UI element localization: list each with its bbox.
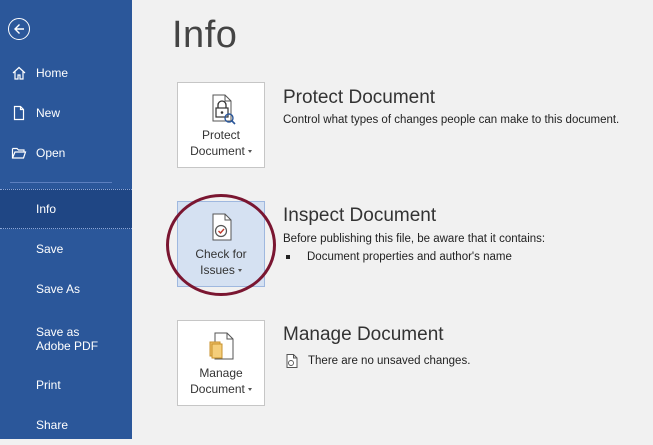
sidebar-item-new[interactable]: New xyxy=(0,93,132,133)
sidebar-item-label: Save as Adobe PDF xyxy=(36,325,99,353)
protect-label-line2: Document xyxy=(190,144,245,158)
sidebar-item-label: New xyxy=(36,106,61,120)
page-title: Info xyxy=(172,14,238,56)
manage-label-line2: Document xyxy=(190,382,245,396)
inspect-bullet-text: Document properties and author's name xyxy=(307,251,512,263)
dropdown-caret-icon xyxy=(247,388,252,392)
inspect-bullet-item: Document properties and author's name xyxy=(286,251,512,263)
sidebar-item-share[interactable]: Share xyxy=(0,405,132,445)
sidebar-item-label: Home xyxy=(36,66,69,80)
back-arrow-icon xyxy=(14,24,24,34)
sidebar-item-label: Print xyxy=(36,378,61,392)
sidebar-item-label: Info xyxy=(36,202,57,216)
back-button[interactable] xyxy=(8,18,30,40)
sidebar-item-label: Open xyxy=(36,146,66,160)
protect-document-label: Protect Document xyxy=(178,127,264,159)
manage-label-line1: Manage xyxy=(199,366,243,380)
sidebar-item-open[interactable]: Open xyxy=(0,133,132,173)
new-document-icon xyxy=(13,105,25,121)
sidebar-item-label: Share xyxy=(36,418,69,432)
no-changes-document-icon xyxy=(286,354,298,368)
protect-document-button[interactable]: Protect Document xyxy=(177,82,265,168)
manage-document-label: Manage Document xyxy=(178,365,264,397)
sidebar-item-print[interactable]: Print xyxy=(0,365,132,405)
manage-status-row: There are no unsaved changes. xyxy=(285,353,470,369)
sidebar-item-info[interactable]: Info xyxy=(0,189,132,229)
sidebar-item-save-as[interactable]: Save As xyxy=(0,269,132,309)
bullet-icon xyxy=(286,255,290,259)
manage-document-icon xyxy=(209,332,234,360)
sidebar-divider xyxy=(10,182,112,183)
sidebar-item-home[interactable]: Home xyxy=(0,53,132,93)
sidebar-item-save-as-adobe-pdf[interactable]: Save as Adobe PDF xyxy=(0,318,132,360)
protect-document-title: Protect Document xyxy=(283,87,436,108)
protect-label-line1: Protect xyxy=(201,128,240,142)
lock-document-icon xyxy=(212,94,236,125)
sidebar-item-save[interactable]: Save xyxy=(0,229,132,269)
folder-open-icon xyxy=(11,147,27,159)
sidebar-item-label: Save As xyxy=(36,282,81,296)
inspect-document-title: Inspect Document xyxy=(283,205,437,226)
protect-document-description: Control what types of changes people can… xyxy=(283,114,620,126)
manage-document-button[interactable]: Manage Document xyxy=(177,320,265,406)
sidebar-item-label: Save xyxy=(36,242,64,256)
dropdown-caret-icon xyxy=(247,150,252,154)
home-icon xyxy=(12,66,26,80)
inspect-document-description: Before publishing this file, be aware th… xyxy=(283,233,546,245)
highlight-circle xyxy=(166,194,276,296)
manage-document-title: Manage Document xyxy=(283,324,444,345)
backstage-sidebar: Home New Open Info Save Save As Save as … xyxy=(0,0,132,439)
manage-status-text: There are no unsaved changes. xyxy=(308,355,471,367)
